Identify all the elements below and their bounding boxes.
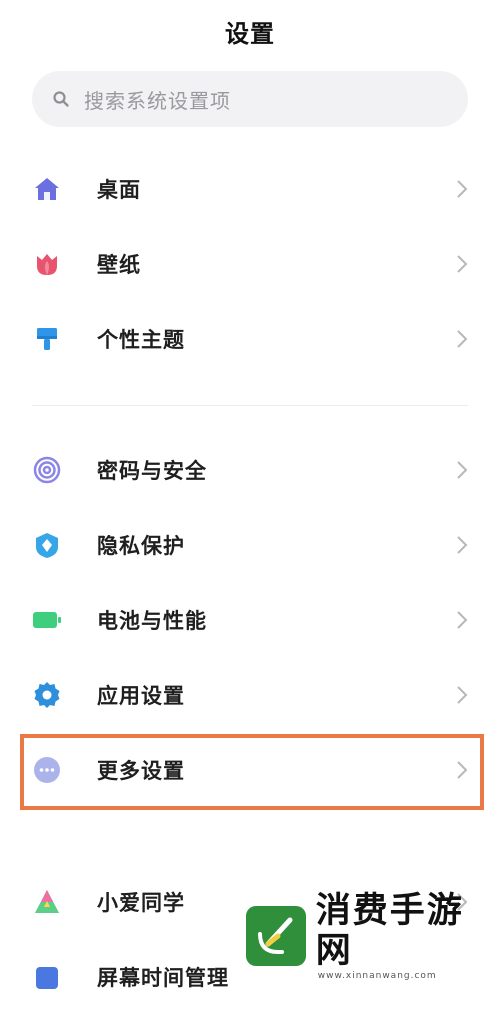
settings-item-label: 壁纸 bbox=[97, 253, 141, 277]
battery-icon bbox=[32, 605, 62, 635]
search-placeholder: 搜索系统设置项 bbox=[84, 88, 231, 113]
shield-icon bbox=[32, 530, 62, 560]
settings-item-label: 电池与性能 bbox=[97, 609, 207, 633]
settings-item-label: 应用设置 bbox=[97, 684, 185, 708]
gear-icon bbox=[32, 680, 62, 710]
settings-item-label: 密码与安全 bbox=[97, 459, 207, 483]
settings-item-privacy[interactable]: 隐私保护 bbox=[0, 509, 500, 581]
search-icon bbox=[53, 91, 69, 107]
settings-item-label: 隐私保护 bbox=[97, 534, 185, 558]
settings-item-themes[interactable]: 个性主题 bbox=[0, 303, 500, 375]
page-title: 设置 bbox=[225, 20, 275, 48]
paintbrush-icon bbox=[32, 324, 62, 354]
settings-item-label: 屏幕时间管理 bbox=[97, 966, 229, 990]
chevron-right-icon bbox=[457, 180, 468, 198]
highlight-box bbox=[20, 734, 484, 810]
chevron-right-icon bbox=[457, 461, 468, 479]
settings-item-password-security[interactable]: 密码与安全 bbox=[0, 434, 500, 506]
settings-item-desktop[interactable]: 桌面 bbox=[0, 153, 500, 225]
chevron-right-icon bbox=[457, 330, 468, 348]
settings-item-wallpaper[interactable]: 壁纸 bbox=[0, 228, 500, 300]
search-bar[interactable]: 搜索系统设置项 bbox=[32, 71, 468, 127]
screen-time-icon bbox=[32, 962, 62, 992]
chevron-right-icon bbox=[457, 536, 468, 554]
watermark-url: www.xinnanwang.com bbox=[317, 971, 437, 981]
home-icon bbox=[32, 174, 62, 204]
settings-item-label: 小爱同学 bbox=[97, 891, 185, 915]
watermark: 消费手游网 www.xinnanwang.com bbox=[246, 891, 500, 981]
settings-item-app-settings[interactable]: 应用设置 bbox=[0, 659, 500, 731]
settings-item-label: 个性主题 bbox=[97, 328, 185, 352]
tulip-icon bbox=[32, 249, 62, 279]
xiaoai-icon bbox=[32, 887, 62, 917]
chevron-right-icon bbox=[457, 255, 468, 273]
settings-item-battery[interactable]: 电池与性能 bbox=[0, 584, 500, 656]
watermark-logo bbox=[246, 906, 306, 966]
watermark-title: 消费手游网 bbox=[315, 891, 464, 971]
settings-item-label: 桌面 bbox=[97, 178, 141, 202]
chevron-right-icon bbox=[457, 611, 468, 629]
fingerprint-icon bbox=[32, 455, 62, 485]
section-divider bbox=[32, 405, 468, 406]
chevron-right-icon bbox=[457, 686, 468, 704]
